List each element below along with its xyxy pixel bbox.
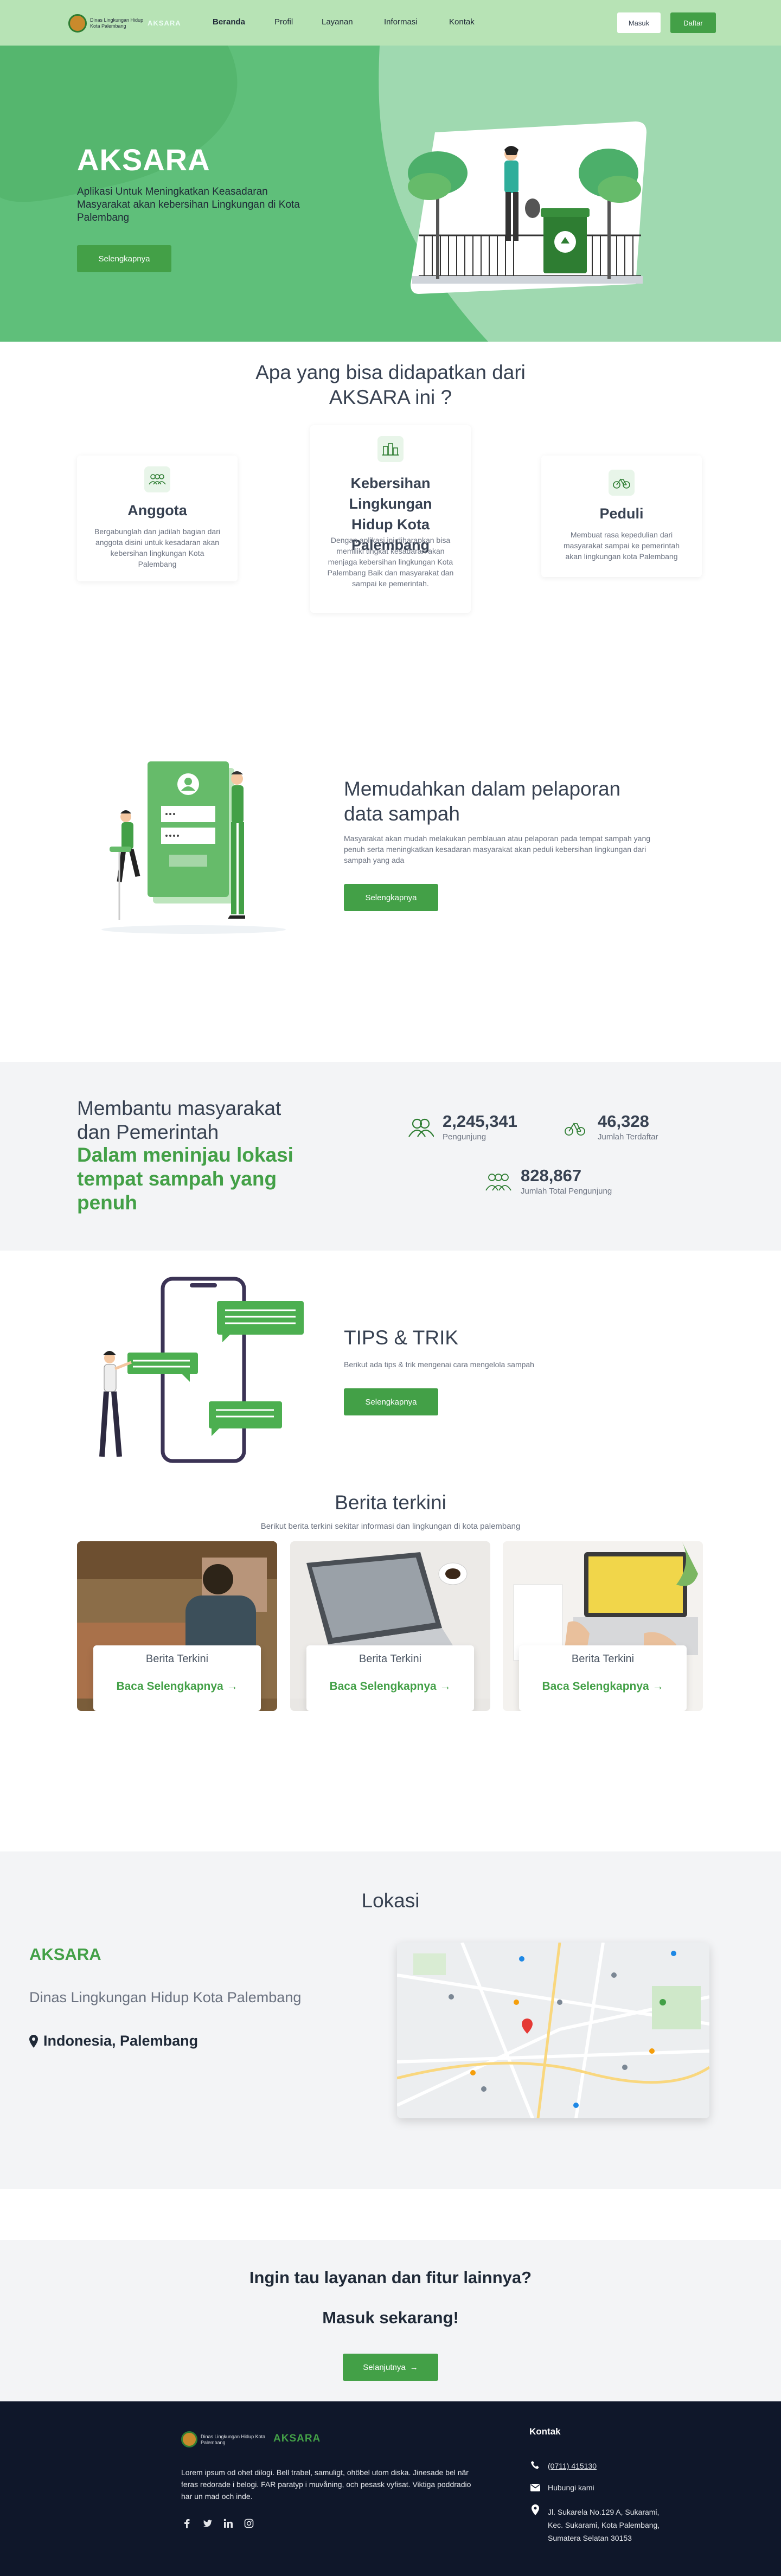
read-more-link[interactable]: Baca Selengkapnya → xyxy=(519,1680,687,1693)
bicycle-icon xyxy=(609,470,635,496)
agency-logo-text: Dinas Lingkungan Hidup Kota Palembang xyxy=(90,17,144,29)
stat-value: 46,328 xyxy=(598,1112,649,1131)
people-group-icon xyxy=(485,1174,511,1191)
feature-card-peduli: Peduli Membuat rasa kepedulian dari masy… xyxy=(541,456,702,577)
facebook-icon[interactable] xyxy=(182,2519,192,2528)
phone-icon xyxy=(531,2461,539,2469)
feature-card-kebersihan: Kebersihan Lingkungan Hidup Kota Palemba… xyxy=(310,425,471,613)
report-cta-button[interactable]: Selengkapnya xyxy=(344,884,438,911)
tips-title: TIPS & TRIK xyxy=(344,1327,459,1349)
feature-desc: Bergabunglah dan jadilah bagian dari ang… xyxy=(94,527,220,568)
map-pin-icon xyxy=(532,2504,539,2515)
nav-link-layanan[interactable]: Layanan xyxy=(322,17,353,27)
instagram-icon[interactable] xyxy=(244,2519,254,2528)
social-links xyxy=(182,2519,254,2528)
footer-logo-text: Dinas Lingkungan Hidup Kota Palembang xyxy=(201,2434,266,2445)
news-heading: Berita terkini xyxy=(335,1491,446,1514)
features-heading: Apa yang bisa didapatkan dari AKSARA ini… xyxy=(255,361,526,408)
next-button[interactable]: Selanjutnya → xyxy=(343,2354,438,2381)
news-card[interactable]: Berita Terkini Baca Selengkapnya → xyxy=(503,1541,703,1711)
tips-illustration xyxy=(99,1277,304,1463)
map-pin-icon xyxy=(29,2034,38,2048)
news-card[interactable]: Berita Terkini Baca Selengkapnya → xyxy=(77,1541,277,1711)
city-buildings-icon xyxy=(377,436,404,462)
linkedin-icon[interactable] xyxy=(223,2519,233,2528)
feature-desc: Dengan aplikasi ini diharapkan bisa memi… xyxy=(327,536,454,588)
brand-logo[interactable]: AKSARA xyxy=(148,19,181,27)
read-more-link[interactable]: Baca Selengkapnya → xyxy=(306,1680,474,1693)
stat-value: 2,245,341 xyxy=(443,1112,517,1131)
report-title: Memudahkan dalam pelaporan data sampah xyxy=(344,778,621,825)
cta-line2: Masuk sekarang! xyxy=(322,2308,459,2327)
hero-cta-button[interactable]: Selengkapnya xyxy=(77,245,171,272)
news-card-title: Berita Terkini xyxy=(145,1653,209,1665)
feature-title: Anggota xyxy=(127,502,187,518)
feature-title: Peduli xyxy=(599,505,644,522)
twitter-icon[interactable] xyxy=(203,2519,213,2528)
arrow-right-icon: → xyxy=(652,1680,664,1693)
tips-desc: Berikut ada tips & trik mengenai cara me… xyxy=(344,1360,534,1369)
news-card-body: Berita Terkini Baca Selengkapnya → xyxy=(93,1645,261,1711)
hero-title: AKSARA xyxy=(77,143,210,177)
stats-heading: Membantu masyarakat dan Pemerintah xyxy=(77,1097,281,1143)
footer-about: Lorem ipsum od ohet dilogi. Bell trabel,… xyxy=(181,2468,471,2501)
arrow-right-icon: → xyxy=(226,1680,238,1693)
location-agency: Dinas Lingkungan Hidup Kota Palembang xyxy=(29,1989,302,2005)
people-group-icon xyxy=(144,466,170,492)
location-place: Indonesia, Palembang xyxy=(29,2033,198,2049)
news-card-title: Berita Terkini xyxy=(571,1653,635,1665)
login-button[interactable]: Masuk xyxy=(617,12,661,33)
location-map[interactable] xyxy=(397,1943,709,2118)
footer-brand: AKSARA xyxy=(273,2433,321,2444)
footer-contact-heading: Kontak xyxy=(529,2426,561,2437)
register-button[interactable]: Daftar xyxy=(670,12,716,33)
bicycle-icon xyxy=(565,1123,585,1136)
agency-logo[interactable] xyxy=(68,14,87,33)
nav-link-kontak[interactable]: Kontak xyxy=(449,17,475,27)
nav-link-beranda[interactable]: Beranda xyxy=(213,17,245,27)
report-desc: Masyarakat akan mudah melakukan pemblaua… xyxy=(344,834,651,864)
stat-value: 828,867 xyxy=(521,1166,582,1185)
footer-phone-link[interactable]: (0711) 415130 xyxy=(548,2462,597,2470)
stat-label: Jumlah Total Pengunjung xyxy=(521,1187,612,1196)
report-illustration xyxy=(101,761,286,934)
navbar: Dinas Lingkungan Hidup Kota Palembang AK… xyxy=(0,0,781,46)
stats-highlight: Dalam meninjau lokasi tempat sampah yang… xyxy=(77,1144,293,1214)
news-card-title: Berita Terkini xyxy=(359,1653,422,1665)
hero-section: AKSARA Aplikasi Untuk Meningkatkan Keasa… xyxy=(0,46,781,342)
news-card-body: Berita Terkini Baca Selengkapnya → xyxy=(519,1645,687,1711)
news-subheading: Berikut berita terkini sekitar informasi… xyxy=(260,1522,521,1531)
read-more-link[interactable]: Baca Selengkapnya → xyxy=(93,1680,261,1693)
hero-illustration xyxy=(408,121,646,294)
users-icon xyxy=(408,1118,434,1137)
nav-link-profil[interactable]: Profil xyxy=(274,17,293,27)
nav-link-informasi[interactable]: Informasi xyxy=(384,17,418,27)
footer-address: Jl. Sukarela No.129 A, Sukarami, Kec. Su… xyxy=(548,2508,660,2542)
footer-agency-logo[interactable] xyxy=(181,2431,197,2447)
location-heading: Lokasi xyxy=(361,1889,420,1912)
mail-icon xyxy=(530,2484,540,2491)
arrow-right-icon: → xyxy=(439,1680,451,1693)
stat-label: Pengunjung xyxy=(443,1132,486,1142)
news-card-body: Berita Terkini Baca Selengkapnya → xyxy=(306,1645,474,1711)
location-brand: AKSARA xyxy=(29,1945,101,1964)
arrow-right-icon: → xyxy=(409,2362,418,2372)
stat-label: Jumlah Terdaftar xyxy=(598,1132,658,1142)
footer-email-link[interactable]: Hubungi kami xyxy=(548,2483,594,2492)
feature-card-anggota: Anggota Bergabunglah dan jadilah bagian … xyxy=(77,456,238,581)
hero-subtitle: Aplikasi Untuk Meningkatkan Keasadaran M… xyxy=(77,186,300,223)
tips-cta-button[interactable]: Selengkapnya xyxy=(344,1388,438,1415)
news-card[interactable]: Berita Terkini Baca Selengkapnya → xyxy=(290,1541,490,1711)
cta-line1: Ingin tau layanan dan fitur lainnya? xyxy=(249,2268,532,2287)
feature-desc: Membuat rasa kepedulian dari masyarakat … xyxy=(564,530,680,561)
